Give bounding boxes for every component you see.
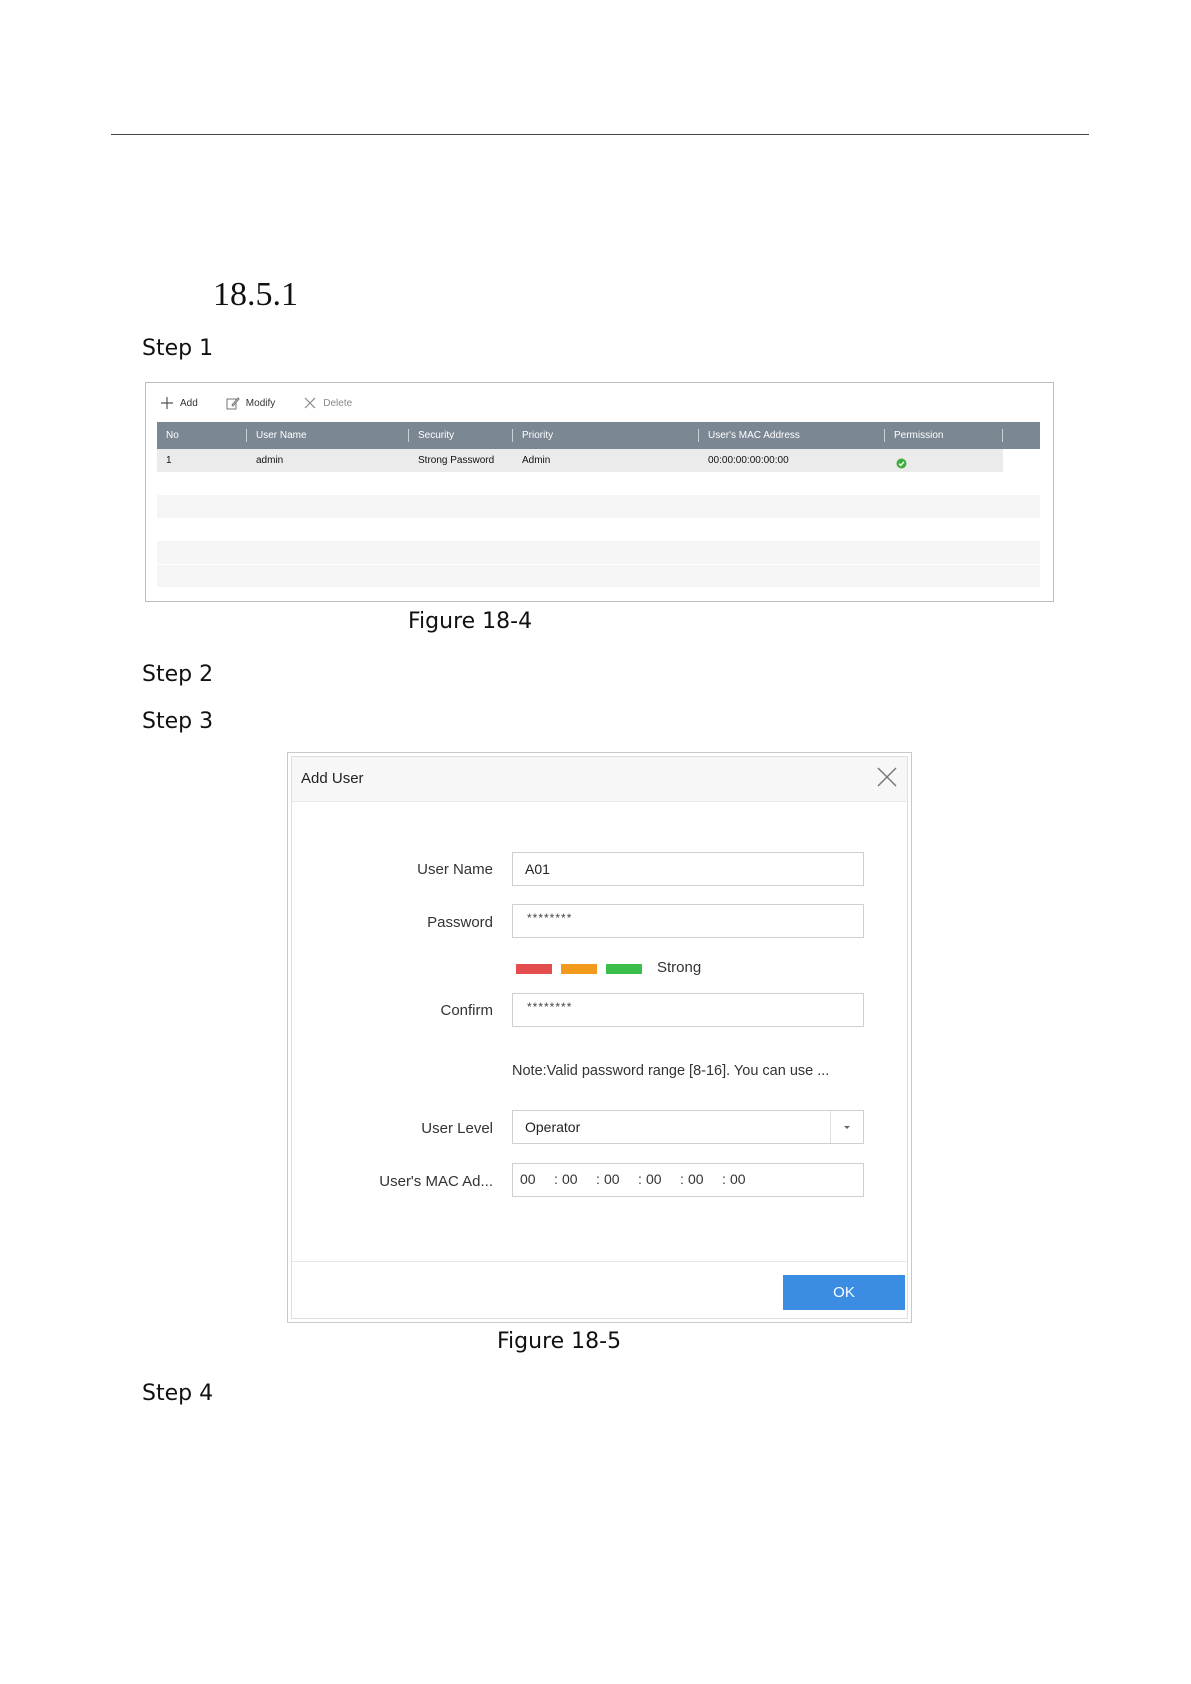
strength-bar-strong — [606, 964, 642, 974]
user-name-label: User Name — [417, 861, 493, 878]
cell-mac: 00:00:00:00:00:00 — [708, 455, 789, 466]
add-user-dialog: Add User User Name A01 Password ********… — [287, 752, 912, 1323]
password-input[interactable]: ******** — [512, 904, 864, 938]
dialog-title-bar: Add User — [292, 757, 907, 802]
user-name-value: A01 — [525, 861, 550, 877]
column-divider — [884, 429, 885, 442]
column-header-permission[interactable]: Permission — [894, 422, 943, 449]
step-3-label: Step 3 — [142, 709, 214, 734]
column-header-mac[interactable]: User's MAC Address — [708, 422, 800, 449]
password-value: ******** — [527, 911, 573, 925]
empty-row — [157, 518, 1040, 541]
mac-address-label: User's MAC Ad... — [379, 1173, 493, 1190]
empty-row — [157, 472, 1040, 495]
password-label: Password — [427, 914, 493, 931]
mac-separator: : — [722, 1171, 726, 1187]
column-divider — [408, 429, 409, 442]
strength-bar-medium — [561, 964, 597, 974]
mac-address-input[interactable]: 00 : 00 : 00 : 00 : 00 : 00 — [512, 1163, 864, 1197]
plus-icon — [160, 396, 174, 410]
empty-row — [157, 541, 1040, 564]
column-divider — [1002, 429, 1003, 442]
modify-button-label: Modify — [245, 397, 276, 409]
strength-label: Strong — [657, 959, 702, 976]
strength-bar-weak — [516, 964, 552, 974]
cell-user-name: admin — [256, 455, 284, 466]
close-icon[interactable] — [875, 765, 899, 789]
dialog-body: Add User User Name A01 Password ********… — [291, 756, 908, 1319]
column-divider — [698, 429, 699, 442]
check-circle-icon[interactable] — [896, 455, 907, 469]
chevron-down-icon[interactable] — [830, 1111, 863, 1143]
edit-icon — [226, 396, 240, 410]
column-header-no[interactable]: No — [166, 422, 179, 449]
confirm-value: ******** — [527, 1000, 573, 1014]
add-button-label: Add — [180, 397, 198, 409]
column-header-security[interactable]: Security — [418, 422, 454, 449]
modify-button[interactable]: Modify — [226, 396, 275, 410]
mac-separator: : — [638, 1171, 642, 1187]
mac-separator: : — [680, 1171, 684, 1187]
mac-segment[interactable]: 00 — [646, 1171, 662, 1187]
table-row[interactable]: 1 admin Strong Password Admin 00:00:00:0… — [157, 449, 1003, 472]
close-icon — [303, 396, 317, 410]
figure-18-4-caption: Figure 18-4 — [408, 609, 533, 634]
mac-segment[interactable]: 00 — [730, 1171, 746, 1187]
empty-row — [157, 565, 1040, 587]
add-button[interactable]: Add — [160, 396, 198, 410]
mac-segment[interactable]: 00 — [520, 1171, 536, 1187]
mac-segment[interactable]: 00 — [604, 1171, 620, 1187]
mac-segment[interactable]: 00 — [562, 1171, 578, 1187]
mac-separator: : — [596, 1171, 600, 1187]
header-rule — [111, 134, 1089, 135]
column-header-priority[interactable]: Priority — [522, 422, 553, 449]
column-divider — [246, 429, 247, 442]
step-2-label: Step 2 — [142, 662, 214, 687]
user-name-input[interactable]: A01 — [512, 852, 864, 886]
delete-button-label: Delete — [323, 397, 353, 409]
table-toolbar: Add Modify Delete — [160, 392, 380, 414]
confirm-label: Confirm — [440, 1002, 493, 1019]
delete-button[interactable]: Delete — [303, 396, 352, 410]
user-level-select[interactable]: Operator — [512, 1110, 864, 1144]
confirm-password-input[interactable]: ******** — [512, 993, 864, 1027]
step-1-label: Step 1 — [142, 336, 214, 361]
cell-no: 1 — [166, 455, 172, 466]
empty-row — [157, 495, 1040, 518]
user-management-panel: Add Modify Delete No User Name Security … — [145, 382, 1054, 602]
table-header: No User Name Security Priority User's MA… — [157, 422, 1040, 449]
user-level-value: Operator — [525, 1119, 581, 1135]
cell-priority: Admin — [522, 455, 551, 466]
figure-18-5-caption: Figure 18-5 — [497, 1329, 622, 1354]
section-number: 18.5.1 — [213, 276, 298, 313]
password-note: Note:Valid password range [8-16]. You ca… — [512, 1063, 830, 1079]
dialog-footer-divider — [292, 1261, 907, 1262]
ok-button[interactable]: OK — [783, 1275, 905, 1310]
cell-security: Strong Password — [418, 455, 495, 466]
step-4-label: Step 4 — [142, 1381, 214, 1406]
mac-separator: : — [554, 1171, 558, 1187]
column-header-user-name[interactable]: User Name — [256, 422, 307, 449]
user-level-label: User Level — [421, 1120, 493, 1137]
mac-segment[interactable]: 00 — [688, 1171, 704, 1187]
column-divider — [512, 429, 513, 442]
dialog-title: Add User — [301, 770, 364, 787]
